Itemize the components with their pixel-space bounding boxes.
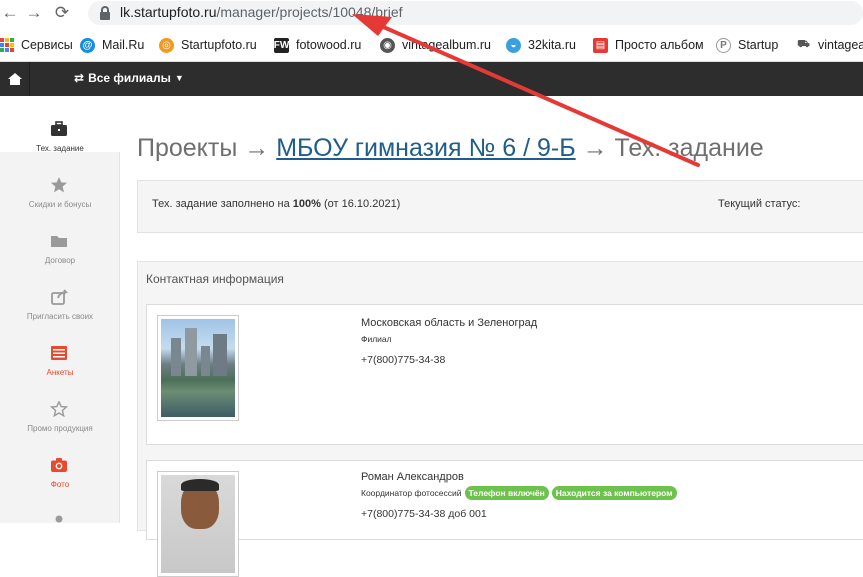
bookmark-fotowood[interactable]: FW fotowood.ru bbox=[274, 36, 361, 54]
vintagealbum-icon: ◉ bbox=[380, 37, 395, 53]
user-icon bbox=[55, 515, 63, 523]
camera-icon bbox=[51, 458, 67, 472]
contact-name: Роман Александров bbox=[361, 471, 464, 483]
star-icon bbox=[51, 177, 67, 193]
current-status-label: Текущий статус: bbox=[718, 198, 801, 210]
sidebar-item-forms[interactable]: Анкеты bbox=[0, 320, 120, 377]
sidebar-item-invite[interactable]: Пригласить своих bbox=[0, 264, 120, 321]
list-icon bbox=[51, 346, 67, 360]
sidebar-item-contract[interactable]: Договор bbox=[0, 208, 120, 265]
folder-icon bbox=[51, 236, 67, 247]
bookmark-32kita[interactable]: ◒ 32kita.ru bbox=[506, 36, 576, 54]
app-topbar: ⇄ Все филиалы ▼ bbox=[0, 62, 863, 96]
bookmark-vintagealbum[interactable]: ◉ vintagealbum.ru bbox=[380, 36, 491, 54]
startup-icon: P bbox=[716, 37, 731, 53]
vintage-car-icon: ⛟ bbox=[796, 37, 811, 53]
contact-name: Московская область и Зеленоград bbox=[361, 317, 538, 329]
fotowood-icon: FW bbox=[273, 37, 290, 53]
sidebar-item-discounts[interactable]: Скидки и бонусы bbox=[0, 152, 120, 209]
branches-label: Все филиалы bbox=[88, 71, 171, 85]
bookmark-startupfoto[interactable]: ◎ Startupfoto.ru bbox=[159, 36, 257, 54]
bookmark-prosto-album[interactable]: ▤ Просто альбом bbox=[593, 36, 704, 54]
contact-role: Координатор фотосессий Телефон включён Н… bbox=[361, 486, 677, 500]
sidebar-item-promo[interactable]: Промо продукция bbox=[0, 376, 120, 433]
pdf-icon: ▤ bbox=[593, 37, 608, 53]
coordinator-photo bbox=[157, 471, 239, 577]
briefcase-icon bbox=[51, 121, 67, 136]
reload-icon[interactable]: ⟳ bbox=[52, 3, 72, 23]
sidebar-item-brief[interactable]: Тех. задание bbox=[0, 96, 120, 153]
bookmark-vintagea[interactable]: ⛟ vintagea bbox=[796, 36, 863, 54]
home-icon bbox=[7, 73, 22, 85]
bookmarks-bar: Сервисы @ Mail.Ru ◎ Startupfoto.ru FW fotow… bbox=[0, 27, 863, 62]
whale-icon: ◒ bbox=[506, 37, 521, 53]
shuffle-icon: ⇄ bbox=[74, 71, 85, 85]
page-title: Проекты → МБОУ гимназия № 6 / 9-Б → Тех.… bbox=[137, 134, 764, 162]
browser-address-bar: ← → ⟳ lk.startupfoto.ru/manager/projects… bbox=[0, 0, 863, 27]
bookmark-startup[interactable]: P Startup bbox=[716, 36, 778, 54]
share-icon bbox=[51, 289, 68, 305]
status-badge: Телефон включён bbox=[464, 486, 549, 500]
url-field[interactable]: lk.startupfoto.ru/manager/projects/10048… bbox=[88, 1, 863, 25]
project-link[interactable]: МБОУ гимназия № 6 / 9-Б bbox=[276, 134, 575, 162]
mailru-icon: @ bbox=[80, 37, 95, 53]
url-text: lk.startupfoto.ru/manager/projects/10048… bbox=[120, 4, 403, 20]
branch-photo bbox=[157, 315, 239, 421]
bookmark-services[interactable]: Сервисы bbox=[0, 36, 73, 54]
sidebar-item-photo[interactable]: Фото bbox=[0, 432, 120, 489]
startupfoto-icon: ◎ bbox=[159, 37, 174, 53]
brief-completion-text: Тех. задание заполнено на 100% (от 16.10… bbox=[152, 198, 401, 210]
forward-arrow-icon[interactable]: → bbox=[24, 3, 44, 23]
contact-role: Филиал bbox=[361, 334, 392, 344]
apps-grid-icon bbox=[0, 38, 14, 52]
lock-icon bbox=[100, 6, 110, 20]
brief-percent: 100% bbox=[292, 198, 321, 210]
contact-phone[interactable]: +7(800)775-34-38 доб 001 bbox=[361, 508, 487, 520]
back-arrow-icon[interactable]: ← bbox=[0, 3, 20, 23]
contact-card: Московская область и Зеленоград Филиал +… bbox=[146, 304, 863, 445]
contacts-panel: Контактная информация Московская область… bbox=[137, 261, 863, 577]
contact-card: Роман Александров Координатор фотосессий… bbox=[146, 460, 863, 577]
star-outline-icon bbox=[50, 401, 68, 417]
sidebar-item-user[interactable] bbox=[0, 488, 120, 544]
sidebar: Тех. задание Скидки и бонусы Договор При… bbox=[0, 96, 120, 523]
home-button[interactable] bbox=[0, 62, 30, 96]
brief-status-panel: Тех. задание заполнено на 100% (от 16.10… bbox=[137, 180, 863, 233]
contact-phone[interactable]: +7(800)775-34-38 bbox=[361, 354, 445, 366]
contacts-heading: Контактная информация bbox=[146, 272, 284, 286]
status-badge: Находится за компьютером bbox=[551, 486, 677, 500]
branches-dropdown[interactable]: ⇄ Все филиалы ▼ bbox=[74, 71, 184, 85]
bookmark-mailru[interactable]: @ Mail.Ru bbox=[80, 36, 144, 54]
caret-down-icon: ▼ bbox=[174, 73, 184, 83]
main-content: Проекты → МБОУ гимназия № 6 / 9-Б → Тех.… bbox=[121, 96, 863, 577]
